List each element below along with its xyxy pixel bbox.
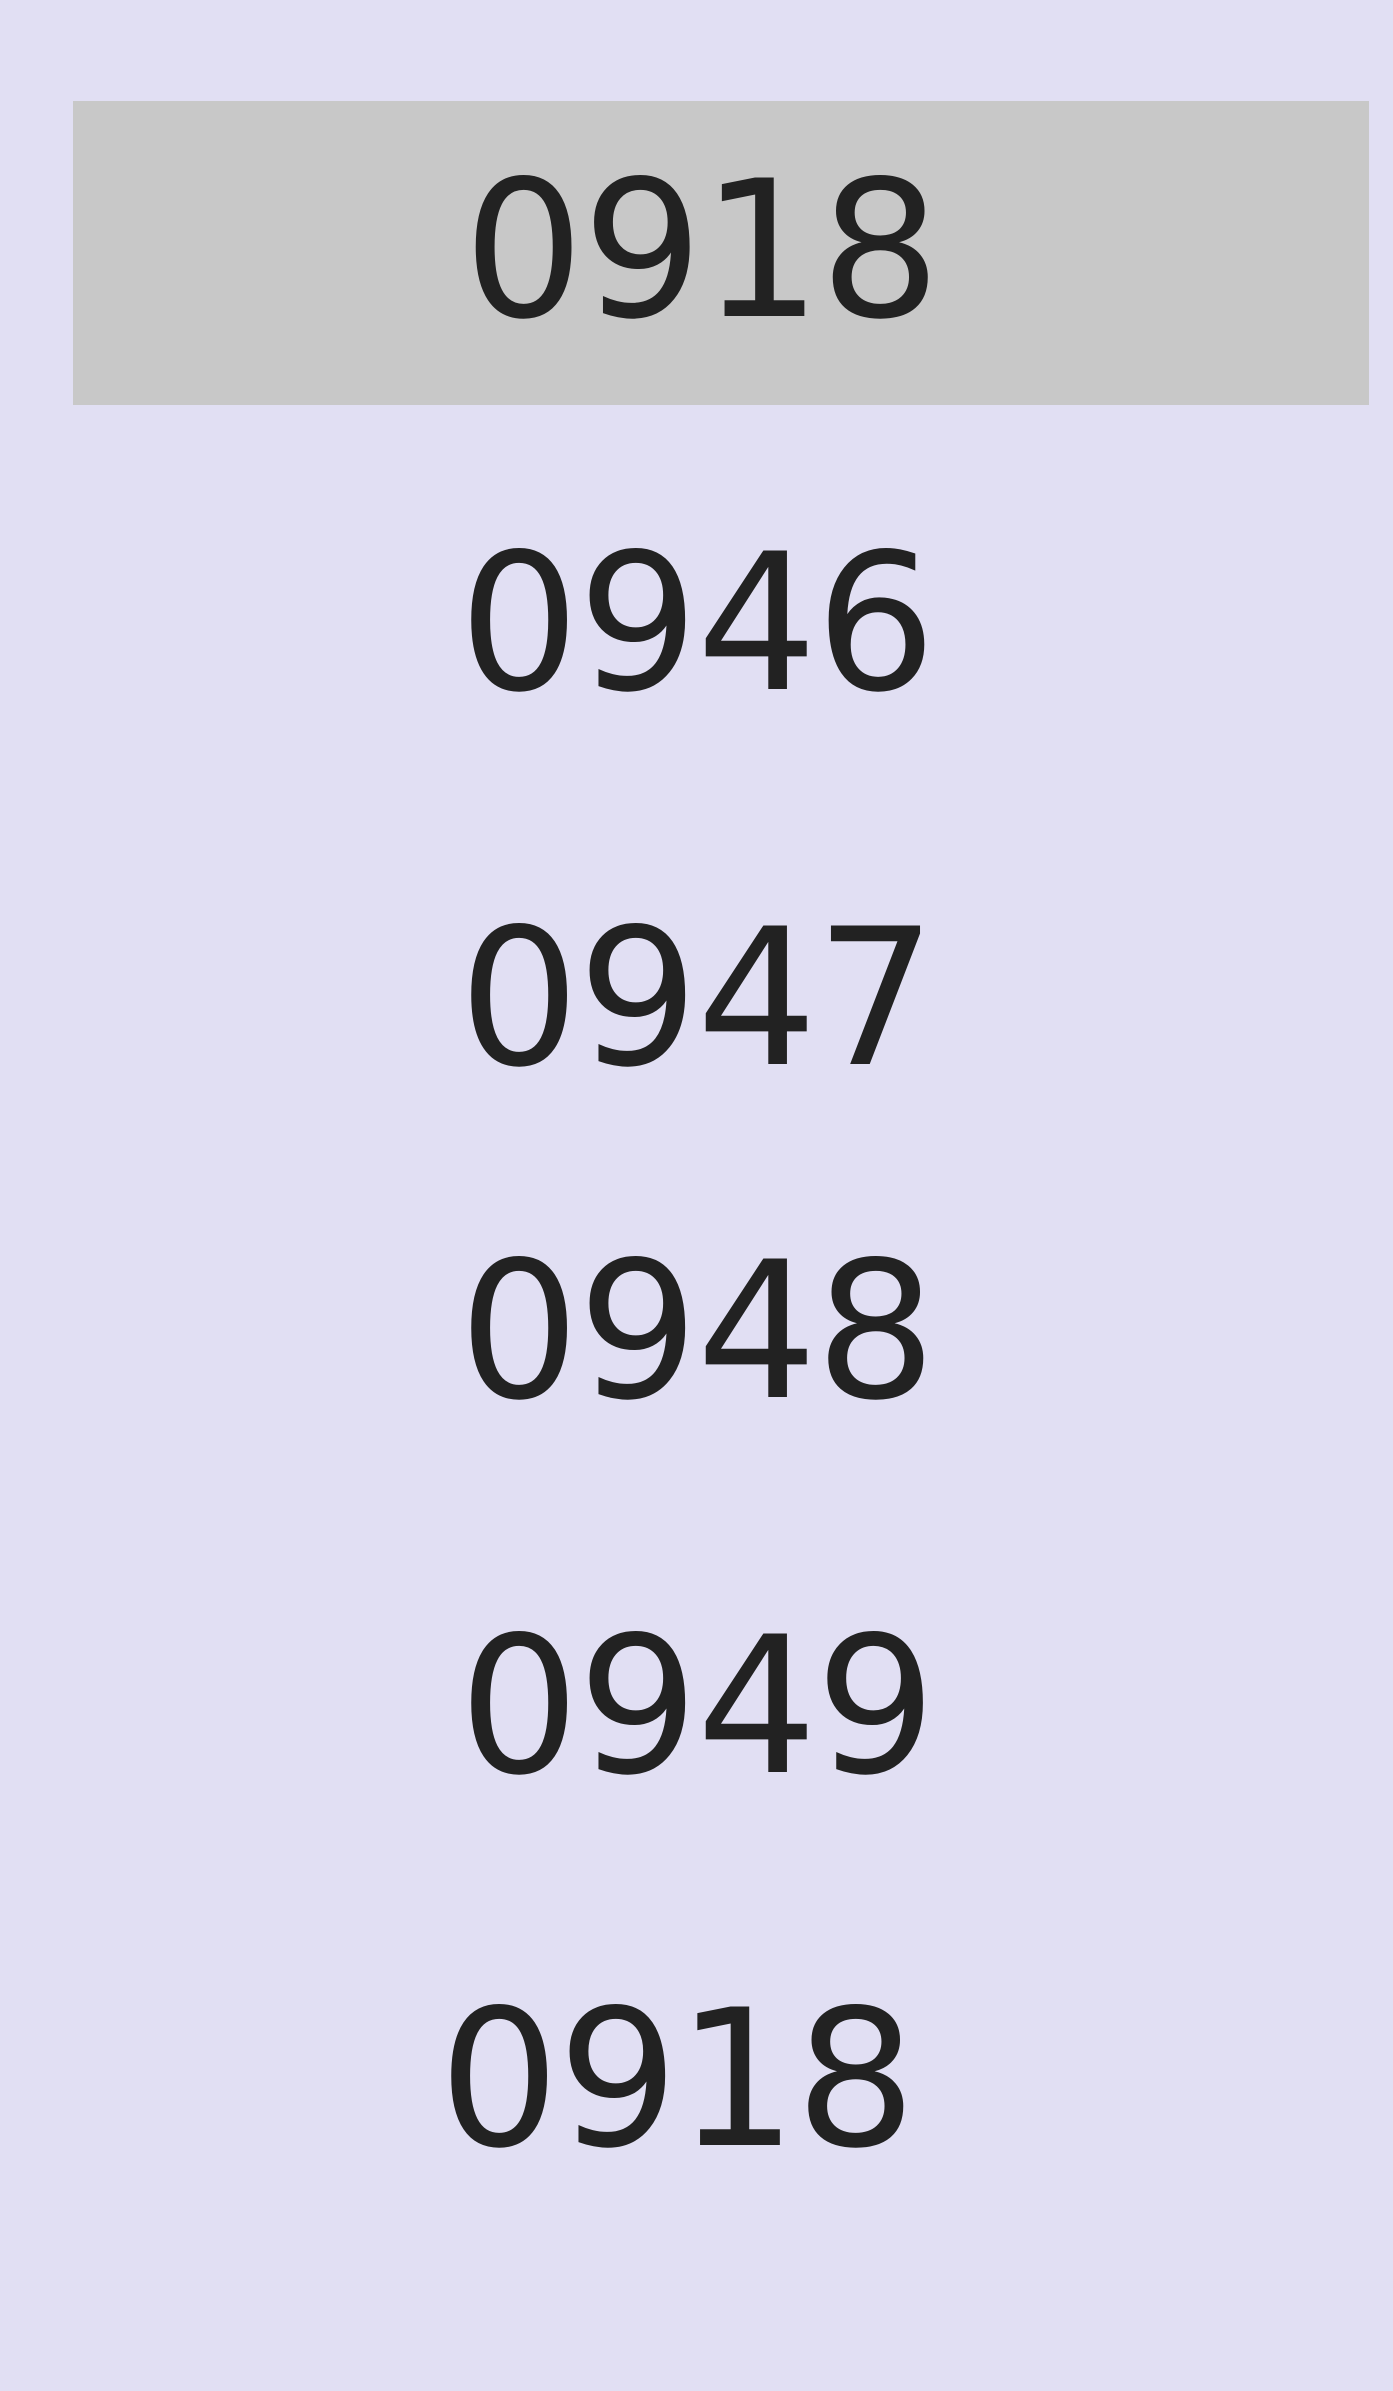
list-item-label: 0918 xyxy=(463,140,941,361)
list-item-label: 0949 xyxy=(458,1596,937,1817)
list-item-label: 0918 xyxy=(438,1969,917,2190)
list-item[interactable]: 0947 xyxy=(0,845,1393,1145)
list-item[interactable]: 0918 xyxy=(0,1932,1393,2232)
list-item-selected[interactable]: 0918 xyxy=(73,101,1369,405)
list-item-label: 0946 xyxy=(458,513,937,734)
list-item-label: 0948 xyxy=(458,1221,937,1442)
list-item[interactable]: 0946 xyxy=(0,470,1393,770)
list-item[interactable]: 0949 xyxy=(0,1553,1393,1853)
list-item[interactable]: 0948 xyxy=(0,1178,1393,1478)
list-item-label: 0947 xyxy=(458,888,937,1109)
number-picker-list[interactable]: 0918 0946 0947 0948 0949 0918 xyxy=(0,0,1393,2391)
